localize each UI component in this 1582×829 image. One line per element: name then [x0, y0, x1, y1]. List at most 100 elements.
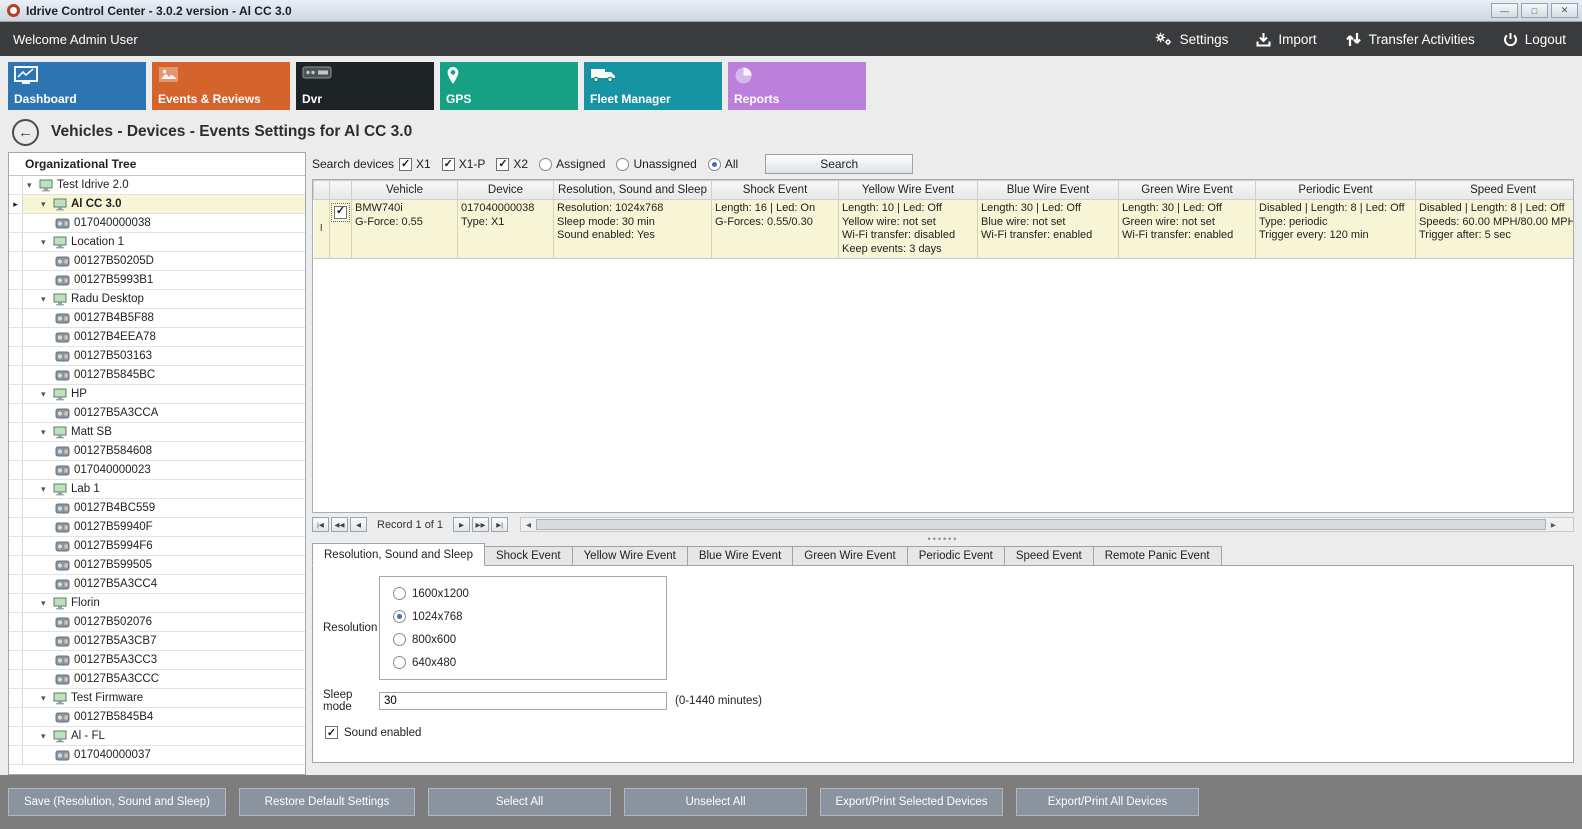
- tree-node-florin[interactable]: ▾Florin: [9, 594, 305, 613]
- search-button[interactable]: Search: [765, 154, 913, 174]
- checkbox-x1-p[interactable]: [442, 158, 455, 171]
- tree-node-017040000038[interactable]: 017040000038: [9, 214, 305, 233]
- tree-node-00127b5a3ccc[interactable]: 00127B5A3CCC: [9, 670, 305, 689]
- radio-assigned[interactable]: [539, 158, 552, 171]
- radio-1024x768[interactable]: [393, 610, 406, 623]
- expander-icon[interactable]: ▾: [41, 731, 53, 742]
- resolution-option-1024x768[interactable]: 1024x768: [393, 610, 666, 623]
- nav-tile-dashboard[interactable]: Dashboard: [8, 62, 146, 110]
- radio-all[interactable]: [708, 158, 721, 171]
- column-header-blue-wire-event[interactable]: Blue Wire Event: [978, 181, 1119, 200]
- resolution-option-1600x1200[interactable]: 1600x1200: [393, 587, 666, 600]
- tree-node-00127b599505[interactable]: 00127B599505: [9, 556, 305, 575]
- select-all-button[interactable]: Select All: [428, 788, 611, 816]
- tree-node-00127b5a3cc4[interactable]: 00127B5A3CC4: [9, 575, 305, 594]
- next-record-button[interactable]: ▶: [453, 517, 470, 532]
- column-header-vehicle[interactable]: Vehicle: [352, 181, 458, 200]
- import-button[interactable]: Import: [1256, 32, 1316, 47]
- tab-resolution-sound-and-sleep[interactable]: Resolution, Sound and Sleep: [312, 543, 485, 566]
- tree-node-00127b5993b1[interactable]: 00127B5993B1: [9, 271, 305, 290]
- radio-unassigned[interactable]: [616, 158, 629, 171]
- tab-remote-panic-event[interactable]: Remote Panic Event: [1094, 546, 1222, 566]
- tree-node-00127b4eea78[interactable]: 00127B4EEA78: [9, 328, 305, 347]
- tab-blue-wire-event[interactable]: Blue Wire Event: [688, 546, 793, 566]
- column-header-device[interactable]: Device: [458, 181, 554, 200]
- tree-node-00127b502076[interactable]: 00127B502076: [9, 613, 305, 632]
- tree-node-al-cc-3-0[interactable]: ▸▾Al CC 3.0: [9, 195, 305, 214]
- expander-icon[interactable]: ▾: [41, 389, 53, 400]
- tree-node-00127b59940f[interactable]: 00127B59940F: [9, 518, 305, 537]
- radio-1600x1200[interactable]: [393, 587, 406, 600]
- nav-tile-gps[interactable]: GPS: [440, 62, 578, 110]
- scrollbar-thumb[interactable]: [536, 519, 1546, 530]
- tree-node-00127b5a3cc3[interactable]: 00127B5A3CC3: [9, 651, 305, 670]
- row-checkbox[interactable]: [334, 206, 347, 219]
- tree-node-017040000023[interactable]: 017040000023: [9, 461, 305, 480]
- splitter-handle[interactable]: ••••••: [312, 534, 1574, 543]
- nav-tile-events-reviews[interactable]: Events & Reviews: [152, 62, 290, 110]
- expander-icon[interactable]: ▾: [41, 484, 53, 495]
- tree-node-radu-desktop[interactable]: ▾Radu Desktop: [9, 290, 305, 309]
- assignment-filter-all[interactable]: All: [708, 157, 738, 171]
- back-button[interactable]: ←: [12, 119, 39, 146]
- tree-node-hp[interactable]: ▾HP: [9, 385, 305, 404]
- settings-button[interactable]: Settings: [1154, 31, 1229, 47]
- tree-node-lab-1[interactable]: ▾Lab 1: [9, 480, 305, 499]
- tab-speed-event[interactable]: Speed Event: [1005, 546, 1094, 566]
- maximize-button[interactable]: □: [1521, 3, 1548, 18]
- tab-green-wire-event[interactable]: Green Wire Event: [793, 546, 907, 566]
- column-header-shock-event[interactable]: Shock Event: [712, 181, 839, 200]
- column-header-green-wire-event[interactable]: Green Wire Event: [1119, 181, 1256, 200]
- transfer-activities-button[interactable]: Transfer Activities: [1345, 32, 1475, 47]
- checkbox-x1[interactable]: [399, 158, 412, 171]
- last-record-button[interactable]: ▶|: [491, 517, 508, 532]
- checkbox-x2[interactable]: [496, 158, 509, 171]
- tree-node-00127b584608[interactable]: 00127B584608: [9, 442, 305, 461]
- save-resolution-sound-sleep-button[interactable]: Save (Resolution, Sound and Sleep): [8, 788, 226, 816]
- column-header-speed-event[interactable]: Speed Event: [1416, 181, 1575, 200]
- prev-page-button[interactable]: ◀◀: [331, 517, 348, 532]
- tree-node-00127b5994f6[interactable]: 00127B5994F6: [9, 537, 305, 556]
- column-header-yellow-wire-event[interactable]: Yellow Wire Event: [839, 181, 978, 200]
- row-select-cell[interactable]: [330, 200, 352, 259]
- expander-icon[interactable]: ▾: [41, 237, 53, 248]
- column-header-resolution-sound-and-sleep[interactable]: Resolution, Sound and Sleep: [554, 181, 712, 200]
- scroll-left-icon[interactable]: ◀: [521, 518, 536, 531]
- tree-node-al-fl[interactable]: ▾Al - FL: [9, 727, 305, 746]
- restore-default-settings-button[interactable]: Restore Default Settings: [239, 788, 415, 816]
- export-print-all-devices-button[interactable]: Export/Print All Devices: [1016, 788, 1199, 816]
- logout-button[interactable]: Logout: [1503, 32, 1566, 47]
- first-record-button[interactable]: |◀: [312, 517, 329, 532]
- resolution-option-800x600[interactable]: 800x600: [393, 633, 666, 646]
- tree-node-test-idrive-2-0[interactable]: ▾Test Idrive 2.0: [9, 176, 305, 195]
- tree-node-00127b4bc559[interactable]: 00127B4BC559: [9, 499, 305, 518]
- sound-enabled-checkbox[interactable]: [325, 726, 338, 739]
- expander-icon[interactable]: ▾: [41, 693, 53, 704]
- nav-tile-reports[interactable]: Reports: [728, 62, 866, 110]
- tree-node-00127b5845bc[interactable]: 00127B5845BC: [9, 366, 305, 385]
- tree-node-matt-sb[interactable]: ▾Matt SB: [9, 423, 305, 442]
- device-type-filter-x1-p[interactable]: X1-P: [442, 157, 486, 171]
- sleep-mode-input[interactable]: [379, 692, 667, 710]
- radio-640x480[interactable]: [393, 656, 406, 669]
- tab-yellow-wire-event[interactable]: Yellow Wire Event: [573, 546, 688, 566]
- expander-icon[interactable]: ▾: [41, 294, 53, 305]
- radio-800x600[interactable]: [393, 633, 406, 646]
- tree-node-017040000037[interactable]: 017040000037: [9, 746, 305, 765]
- export-print-selected-devices-button[interactable]: Export/Print Selected Devices: [820, 788, 1003, 816]
- tree-node-location-1[interactable]: ▾Location 1: [9, 233, 305, 252]
- close-button[interactable]: ✕: [1551, 3, 1578, 18]
- expander-icon[interactable]: ▾: [41, 427, 53, 438]
- tree-node-00127b5a3cca[interactable]: 00127B5A3CCA: [9, 404, 305, 423]
- next-page-button[interactable]: ▶▶: [472, 517, 489, 532]
- nav-tile-dvr[interactable]: Dvr: [296, 62, 434, 110]
- tree-node-00127b4b5f88[interactable]: 00127B4B5F88: [9, 309, 305, 328]
- expander-icon[interactable]: ▾: [27, 180, 39, 191]
- expander-icon[interactable]: ▾: [41, 199, 53, 210]
- prev-record-button[interactable]: ◀: [350, 517, 367, 532]
- device-type-filter-x2[interactable]: X2: [496, 157, 528, 171]
- table-row[interactable]: IBMW740iG-Force: 0.55017040000038Type: X…: [314, 200, 1575, 259]
- assignment-filter-unassigned[interactable]: Unassigned: [616, 157, 696, 171]
- tree-node-00127b5a3cb7[interactable]: 00127B5A3CB7: [9, 632, 305, 651]
- tree-node-00127b5845b4[interactable]: 00127B5845B4: [9, 708, 305, 727]
